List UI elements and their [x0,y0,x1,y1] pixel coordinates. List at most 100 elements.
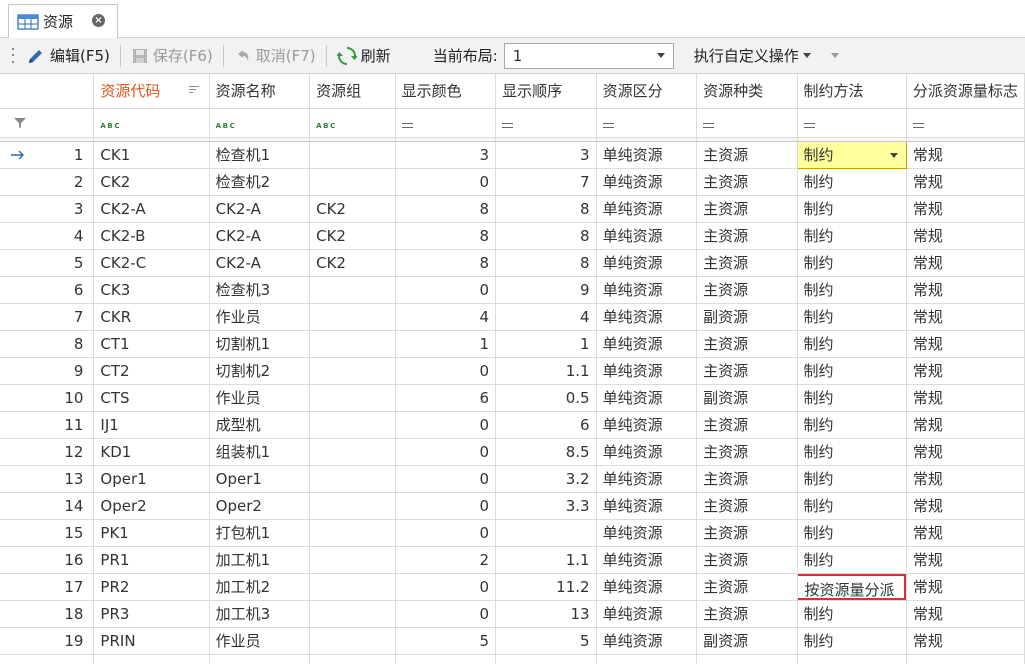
cell-division[interactable]: 单纯资源 [596,411,698,439]
cell-code[interactable]: PRIN [93,627,210,655]
cell-color[interactable]: 5 [395,627,497,655]
cell-flag[interactable]: 常规 [906,438,1025,466]
edit-button[interactable]: 编辑(F5) [20,41,116,71]
cell-name[interactable]: CK2-A [209,222,311,250]
cell-color[interactable]: 3 [395,141,497,169]
cell-group[interactable] [309,600,396,628]
cell-color[interactable]: 1 [395,330,497,358]
cell-code[interactable]: CT1 [93,330,210,358]
cell-color[interactable]: 0 [395,276,497,304]
cell-color[interactable]: 2 [395,546,497,574]
cell-group[interactable] [309,465,396,493]
cell-division[interactable]: 单纯资源 [596,627,698,655]
cell-color[interactable]: 4 [395,303,497,331]
cell-color[interactable]: 8 [395,249,497,277]
table-row[interactable]: 7 CKR 作业员 4 4 单纯资源 副资源 制约 常规 [0,303,1025,331]
cell-code[interactable]: PR1 [93,546,210,574]
cell-code[interactable]: CKR [93,303,210,331]
cell-method[interactable]: 制约 [797,303,907,331]
cell-name[interactable]: 作业员 [209,627,311,655]
cell-method[interactable]: 制约 [797,195,907,223]
cell-order[interactable]: 7 [495,168,597,196]
cell-method[interactable]: 制约 [797,411,907,439]
cell-method[interactable]: 制约 [797,600,907,628]
cell-order[interactable]: 11.2 [495,573,597,601]
filter-group[interactable]: ABC [309,108,396,138]
cell-code[interactable]: CK1 [93,141,210,169]
cell-code[interactable]: CTS [93,384,210,412]
cell-division[interactable]: 单纯资源 [596,573,698,601]
column-header-kind[interactable]: 资源种类 [696,74,798,109]
table-row[interactable]: 2 CK2 检查机2 0 7 单纯资源 主资源 制约 常规 [0,168,1025,196]
row-number[interactable]: 19 [0,627,95,655]
cell-method[interactable]: 制约 [797,249,907,277]
table-row[interactable]: 4 CK2-B CK2-A CK2 8 8 单纯资源 主资源 制约 常规 [0,222,1025,250]
cell-flag[interactable]: 常规 [906,249,1025,277]
table-row[interactable]: 17 PR2 加工机2 0 11.2 单纯资源 主资源 按资源量分派 常规 [0,573,1025,601]
cell-color[interactable]: 0 [395,492,497,520]
new-row[interactable] [0,654,1025,664]
cell-group[interactable] [309,411,396,439]
row-number[interactable]: 18 [0,600,95,628]
cell-color[interactable]: 8 [395,222,497,250]
cell-code[interactable]: CK2-C [93,249,210,277]
cell-method[interactable]: 制约 [797,384,907,412]
save-button[interactable]: 保存(F6) [125,41,219,71]
cell-method[interactable]: 制约 [797,222,907,250]
cell-color[interactable]: 0 [395,600,497,628]
cell-name[interactable]: 作业员 [209,384,311,412]
cell-name[interactable]: 检查机1 [209,141,311,169]
table-row[interactable]: 9 CT2 切割机2 0 1.1 单纯资源 主资源 制约 常规 [0,357,1025,385]
cell-division[interactable]: 单纯资源 [596,168,698,196]
cell-color[interactable]: 0 [395,357,497,385]
cell-order[interactable]: 8 [495,195,597,223]
filter-flag[interactable] [906,108,1025,138]
cell-flag[interactable]: 常规 [906,600,1025,628]
column-header-method[interactable]: 制约方法 [797,74,907,109]
cell-method[interactable]: 制约 [797,438,907,466]
cell-group[interactable] [309,573,396,601]
cell-name[interactable]: Oper2 [209,492,311,520]
cell-flag[interactable]: 常规 [906,141,1025,169]
cell-kind[interactable]: 主资源 [696,195,798,223]
row-number[interactable]: 4 [0,222,95,250]
row-number[interactable]: 12 [0,438,95,466]
table-row[interactable]: 14 Oper2 Oper2 0 3.3 单纯资源 主资源 制约 常规 [0,492,1025,520]
table-row[interactable]: 13 Oper1 Oper1 0 3.2 单纯资源 主资源 制约 常规 [0,465,1025,493]
cell-name[interactable]: 组装机1 [209,438,311,466]
cell-kind[interactable]: 主资源 [696,519,798,547]
cell-kind[interactable]: 副资源 [696,384,798,412]
row-number[interactable]: 3 [0,195,95,223]
row-number[interactable]: 16 [0,546,95,574]
cell-kind[interactable]: 主资源 [696,492,798,520]
cell-group[interactable] [309,330,396,358]
cell-method[interactable]: 制约 [797,519,907,547]
cell-kind[interactable]: 主资源 [696,438,798,466]
column-header-color[interactable]: 显示颜色 [395,74,497,109]
table-row[interactable]: 19 PRIN 作业员 5 5 单纯资源 副资源 制约 常规 [0,627,1025,655]
cell-order[interactable]: 5 [495,627,597,655]
cell-name[interactable]: 打包机1 [209,519,311,547]
cell-kind[interactable]: 副资源 [696,627,798,655]
cell-name[interactable]: 加工机3 [209,600,311,628]
cell-order[interactable]: 9 [495,276,597,304]
cell-group[interactable] [309,384,396,412]
cell-flag[interactable]: 常规 [906,627,1025,655]
cell-group[interactable]: CK2 [309,249,396,277]
cell-division[interactable]: 单纯资源 [596,276,698,304]
cell-flag[interactable]: 常规 [906,465,1025,493]
cell-flag[interactable]: 常规 [906,276,1025,304]
table-row[interactable]: 11 IJ1 成型机 0 6 单纯资源 主资源 制约 常规 [0,411,1025,439]
cell-kind[interactable]: 主资源 [696,411,798,439]
cell-division[interactable]: 单纯资源 [596,249,698,277]
cell-code[interactable]: CT2 [93,357,210,385]
cell-group[interactable] [309,168,396,196]
cell-flag[interactable]: 常规 [906,303,1025,331]
cell-kind[interactable]: 主资源 [696,465,798,493]
cell-flag[interactable]: 常规 [906,384,1025,412]
row-number[interactable]: 11 [0,411,95,439]
cell-name[interactable]: 作业员 [209,303,311,331]
row-number[interactable]: 10 [0,384,95,412]
cell-color[interactable]: 0 [395,465,497,493]
cell-code[interactable]: CK2 [93,168,210,196]
